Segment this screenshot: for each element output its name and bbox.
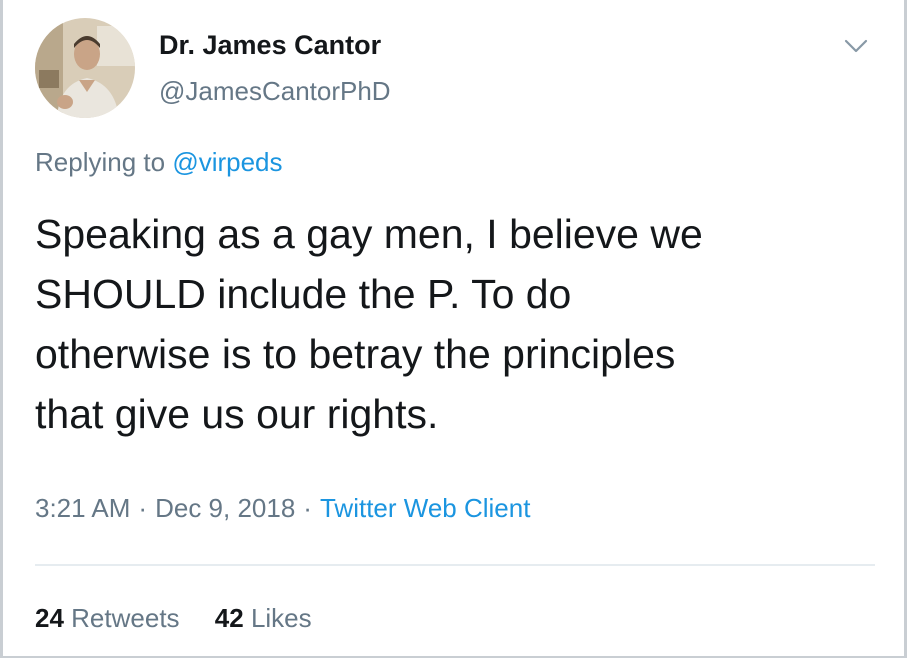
likes-label: Likes xyxy=(250,603,312,633)
retweets-stat[interactable]: 24 Retweets xyxy=(35,603,180,633)
tweet-text: Speaking as a gay men, I believe we SHOU… xyxy=(35,204,855,444)
tweet-text-line: that give us our rights. xyxy=(35,391,439,437)
author-handle[interactable]: @JamesCantorPhD xyxy=(159,76,391,107)
likes-stat[interactable]: 42 Likes xyxy=(215,603,312,633)
tweet-text-line: otherwise is to betray the principles xyxy=(35,331,676,377)
tweet-source-link[interactable]: Twitter Web Client xyxy=(320,493,530,523)
tweet-date[interactable]: Dec 9, 2018 xyxy=(155,493,295,523)
retweets-count: 24 xyxy=(35,603,64,633)
tweet-text-line: SHOULD include the P. To do xyxy=(35,271,572,317)
meta-separator: · xyxy=(138,493,148,523)
avatar-photo-icon xyxy=(35,18,135,118)
author-name[interactable]: Dr. James Cantor xyxy=(159,30,381,61)
tweet-meta: 3:21 AM · Dec 9, 2018 · Twitter Web Client xyxy=(35,493,530,524)
frame-left-border xyxy=(0,0,3,658)
tweet-time[interactable]: 3:21 AM xyxy=(35,493,130,523)
stats-divider xyxy=(35,564,875,566)
chevron-down-icon xyxy=(844,39,868,53)
avatar[interactable] xyxy=(35,18,135,118)
reply-mention-link[interactable]: @virpeds xyxy=(172,147,282,177)
tweet-text-line: Speaking as a gay men, I believe we xyxy=(35,211,703,257)
replying-to-label: Replying to xyxy=(35,147,173,177)
likes-count: 42 xyxy=(214,603,244,633)
meta-separator: · xyxy=(303,493,312,523)
tweet-menu-button[interactable] xyxy=(841,34,871,58)
retweets-label: Retweets xyxy=(71,603,180,633)
replying-to: Replying to @virpeds xyxy=(35,147,283,178)
tweet-stats: 24 Retweets 42 Likes xyxy=(35,603,340,634)
